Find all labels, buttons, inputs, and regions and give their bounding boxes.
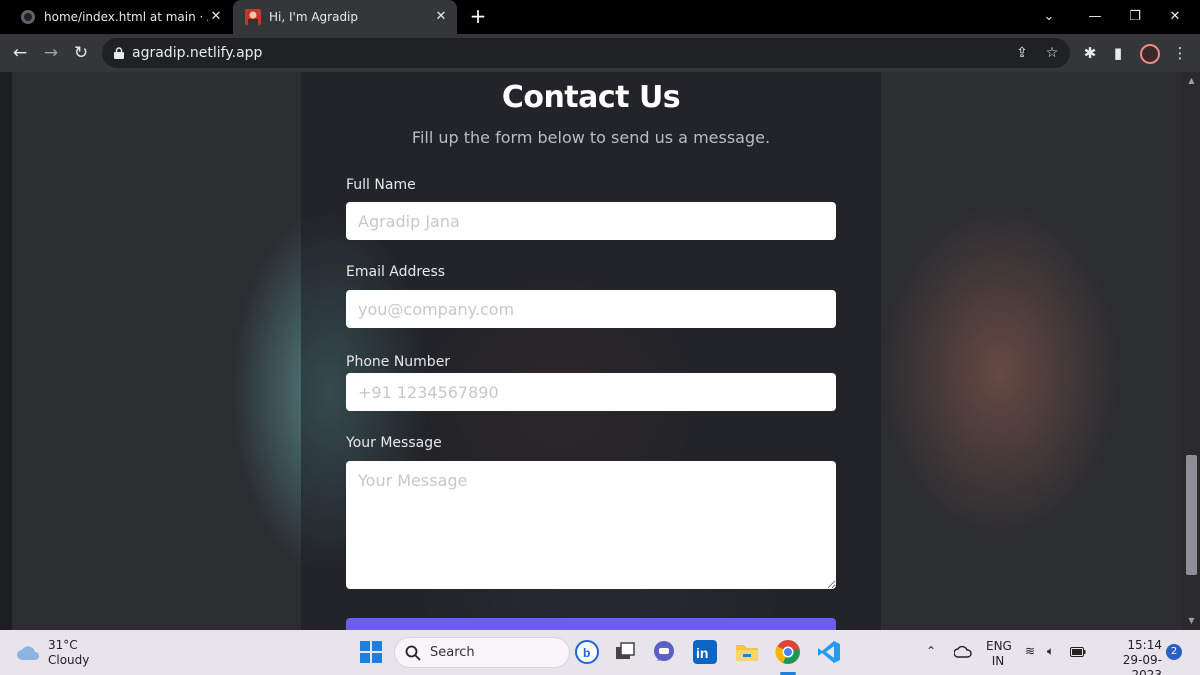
chat-icon[interactable] — [651, 639, 677, 665]
language-code: ENG — [986, 639, 1012, 653]
browser-tab-strip: home/index.html at main · Agrad ✕ Hi, I'… — [0, 0, 1200, 34]
full-name-input[interactable] — [346, 202, 836, 240]
email-label: Email Address — [346, 264, 446, 280]
weather-condition: Cloudy — [48, 653, 90, 667]
svg-text:in: in — [696, 645, 708, 661]
lock-icon — [114, 47, 124, 59]
page-edge — [0, 72, 12, 630]
restore-button[interactable]: ❐ — [1126, 8, 1144, 26]
scroll-down-icon[interactable]: ▼ — [1187, 616, 1196, 625]
close-window-button[interactable]: ✕ — [1166, 8, 1184, 26]
start-icon[interactable] — [358, 639, 384, 665]
system-clock[interactable]: 15:14 29-09-2023 — [1096, 638, 1162, 675]
tab-github[interactable]: home/index.html at main · Agrad ✕ — [8, 0, 232, 34]
message-textarea[interactable] — [346, 461, 836, 589]
chevron-up-icon[interactable]: ⌃ — [926, 644, 936, 658]
language-indicator[interactable]: ENG IN — [986, 639, 1012, 669]
message-label: Your Message — [346, 435, 442, 451]
tab-title: Hi, I'm Agradip — [269, 10, 359, 24]
clock-time: 15:14 — [1127, 638, 1162, 652]
file-explorer-icon[interactable] — [734, 639, 760, 665]
reload-button[interactable]: ↻ — [70, 42, 92, 64]
scrollbar-thumb[interactable] — [1186, 455, 1197, 575]
onedrive-icon[interactable] — [954, 645, 972, 659]
search-icon — [405, 645, 421, 661]
task-view-icon[interactable] — [612, 639, 638, 665]
close-icon[interactable]: ✕ — [433, 9, 449, 25]
search-label: Search — [430, 645, 475, 660]
taskbar-search[interactable]: Search — [394, 637, 570, 668]
weather-widget[interactable]: 31°C Cloudy — [16, 638, 89, 668]
scroll-up-icon[interactable]: ▲ — [1187, 76, 1196, 85]
wifi-icon[interactable]: ≋ — [1025, 644, 1035, 658]
page-subtitle: Fill up the form below to send us a mess… — [411, 128, 771, 147]
side-panel-icon[interactable]: ▮ — [1108, 43, 1128, 63]
minimize-button[interactable]: — — [1086, 8, 1104, 26]
windows-taskbar: 31°C Cloudy Search b in ⌃ ENG IN ≋ 🔈︎ 15… — [0, 630, 1200, 675]
language-region: IN — [991, 654, 1005, 668]
svg-text:b: b — [583, 646, 590, 660]
profile-avatar[interactable] — [1140, 44, 1160, 64]
close-icon[interactable]: ✕ — [208, 9, 224, 25]
page-viewport: Contact Us Fill up the form below to sen… — [0, 72, 1183, 630]
share-icon[interactable]: ⇪ — [1014, 45, 1030, 61]
battery-icon[interactable] — [1070, 647, 1086, 657]
github-icon — [21, 10, 35, 24]
tab-title: home/index.html at main · Agrad — [44, 10, 208, 24]
cloud-icon — [17, 646, 39, 660]
tab-search-chevron-icon[interactable]: ⌄ — [1040, 8, 1058, 26]
linkedin-icon[interactable]: in — [692, 639, 718, 665]
email-input[interactable] — [346, 290, 836, 328]
vscode-icon[interactable] — [816, 639, 842, 665]
back-button[interactable]: ← — [9, 42, 31, 64]
submit-button[interactable] — [346, 618, 836, 630]
page-title: Contact Us — [501, 80, 681, 115]
weather-temp: 31°C — [48, 638, 78, 652]
clock-date: 29-09-2023 — [1122, 653, 1162, 675]
bing-icon[interactable]: b — [574, 639, 600, 665]
page-scrollbar[interactable]: ▲ ▼ — [1183, 72, 1200, 630]
new-tab-button[interactable]: + — [468, 6, 488, 26]
volume-icon[interactable]: 🔈︎ — [1047, 644, 1054, 659]
extensions-icon[interactable]: ✱ — [1080, 43, 1100, 63]
profile-favicon-icon — [245, 9, 261, 25]
url-text: agradip.netlify.app — [132, 45, 263, 61]
menu-icon[interactable]: ⋮ — [1170, 43, 1190, 63]
notification-badge[interactable]: 2 — [1166, 644, 1182, 660]
address-bar[interactable]: agradip.netlify.app ⇪ ☆ — [102, 38, 1070, 68]
chrome-icon[interactable] — [775, 639, 801, 665]
full-name-label: Full Name — [346, 177, 416, 193]
bookmark-star-icon[interactable]: ☆ — [1044, 45, 1060, 61]
phone-input[interactable] — [346, 373, 836, 411]
forward-button[interactable]: → — [40, 42, 62, 64]
browser-toolbar: ← → ↻ agradip.netlify.app ⇪ ☆ ✱ ▮ ⋮ — [0, 34, 1200, 72]
phone-label: Phone Number — [346, 354, 451, 370]
tab-agradip[interactable]: Hi, I'm Agradip ✕ — [233, 0, 457, 34]
